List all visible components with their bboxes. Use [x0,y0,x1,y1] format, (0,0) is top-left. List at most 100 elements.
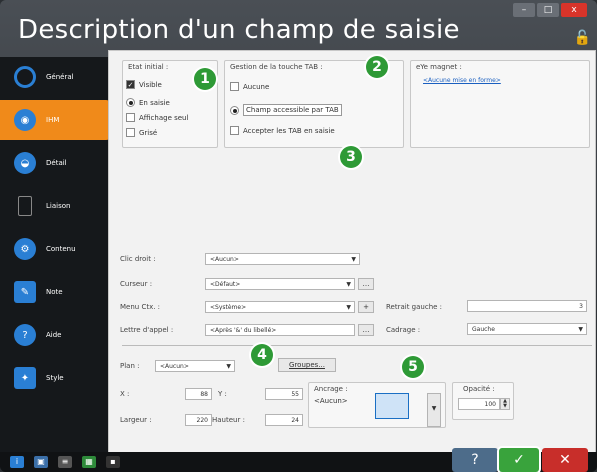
help-button[interactable]: ? [452,448,498,472]
sidebar-item-label: Style [46,374,64,382]
callout-4: 4 [251,344,273,366]
sidebar-item-contenu[interactable]: ⚙ Contenu [0,229,108,269]
grise-label: Grisé [139,128,158,137]
content-icon: ⚙ [14,238,36,260]
accepter-checkbox[interactable]: Accepter les TAB en saisie [230,126,335,135]
sidebar-item-label: Général [46,73,74,81]
sidebar-item-label: Liaison [46,202,71,210]
sidebar-item-aide[interactable]: ? Aide [0,315,108,355]
hauteur-label: Hauteur : [212,416,245,424]
menu-select[interactable]: <Système> ▼ [205,301,355,313]
opacite-label: Opacité : [463,385,495,393]
champ-radio[interactable]: Champ accessible par TAB [230,104,342,116]
lock-icon[interactable]: 🔓 [574,30,591,46]
style-icon: ✦ [14,367,36,389]
sidebar-item-label: Détail [46,159,67,167]
lettre-select[interactable]: <Après '&' du libellé> [205,324,355,336]
chevron-down-icon: ▼ [578,326,583,333]
retrait-label: Retrait gauche : [386,303,443,311]
list-icon[interactable]: ≡ [58,456,72,468]
aucune-label: Aucune [243,82,270,91]
help-icon: ? [14,324,36,346]
note-icon: ✎ [14,281,36,303]
retrait-input[interactable]: 3 [467,300,587,312]
largeur-input[interactable]: 220 [185,414,212,426]
check-icon [230,126,239,135]
visible-checkbox[interactable]: ✓ Visible [126,80,162,89]
curseur-select[interactable]: <Défaut> ▼ [205,278,355,290]
sidebar-item-label: IHM [46,116,60,124]
window-icon[interactable]: ▣ [34,456,48,468]
y-input[interactable]: 55 [265,388,303,400]
x-input[interactable]: 88 [185,388,212,400]
callout-1: 1 [194,68,216,90]
curseur-more-button[interactable]: … [358,278,374,290]
title-buttons: – □ x [513,3,587,17]
curseur-label: Curseur : [120,280,153,288]
opacite-spinner[interactable]: ▲ ▼ [500,398,510,410]
menu-add-button[interactable]: + [358,301,374,313]
maximize-button[interactable]: □ [537,3,559,17]
ok-button[interactable]: ✓ [499,448,539,472]
radio-icon [230,82,239,91]
magnet-link[interactable]: <Aucune mise en forme> [423,77,501,84]
cadrage-value: Gauche [472,326,495,333]
hauteur-input[interactable]: 24 [265,414,303,426]
magnet-title: eYe magnet : [416,63,462,71]
groupes-button[interactable]: Groupes... [278,358,336,372]
etat-title: Etat initial : [128,63,169,71]
sidebar-item-detail[interactable]: ◒ Détail [0,143,108,183]
affichage-label: Affichage seul [139,113,189,122]
sidebar-item-general[interactable]: Général [0,57,108,97]
radio-icon [230,105,239,115]
largeur-label: Largeur : [120,416,152,424]
chevron-down-icon: ▼ [346,281,351,288]
ancrage-label: Ancrage : [314,385,348,393]
ancrage-group: Ancrage : <Aucun> ▼ [308,382,446,428]
plan-label: Plan : [120,362,140,370]
dialog-window: Description d'un champ de saisie – □ x 🔓… [0,0,597,472]
aucune-radio[interactable]: Aucune [230,82,269,91]
check-icon: ✓ [126,80,135,89]
plan-select[interactable]: <Aucun> ▼ [155,360,235,372]
info-icon[interactable]: i [10,456,24,468]
small-icon[interactable]: ▪ [106,456,120,468]
en-saisie-radio[interactable]: En saisie [126,98,170,107]
chevron-down-icon: ▼ [346,304,351,311]
grid-icon[interactable]: ▦ [82,456,96,468]
visible-label: Visible [139,80,162,89]
clic-droit-select[interactable]: <Aucun> ▼ [205,253,360,265]
chevron-down-icon: ▼ [226,363,231,370]
sidebar-item-liaison[interactable]: Liaison [0,186,108,226]
cadrage-label: Cadrage : [386,326,421,334]
y-label: Y : [218,390,227,398]
eye-icon: ◉ [14,109,36,131]
sidebar-item-style[interactable]: ✦ Style [0,358,108,398]
affichage-radio[interactable]: Affichage seul [126,113,188,122]
sidebar-item-ihm[interactable]: ◉ IHM [0,100,112,140]
curseur-value: <Défaut> [210,281,241,288]
grise-checkbox[interactable]: Grisé [126,128,157,137]
separator [122,345,592,346]
ancrage-icon[interactable] [375,393,409,419]
sidebar-item-label: Note [46,288,63,296]
accepter-label: Accepter les TAB en saisie [243,126,335,135]
plan-value: <Aucun> [160,363,189,370]
cadrage-select[interactable]: Gauche ▼ [467,323,587,335]
chevron-down-icon: ▼ [351,256,356,263]
opacite-input[interactable]: 100 [458,398,500,410]
cancel-button[interactable]: ✕ [542,448,588,472]
ancrage-menu-button[interactable]: ▼ [427,393,441,427]
gestion-title: Gestion de la touche TAB : [230,63,323,71]
clic-droit-label: Clic droit : [120,255,156,263]
radio-icon [126,113,135,122]
champ-label: Champ accessible par TAB [243,104,342,116]
lettre-more-button[interactable]: … [358,324,374,336]
sidebar: Général ◉ IHM ◒ Détail Liaison ⚙ Contenu ✎ N… [0,57,112,457]
sidebar-item-note[interactable]: ✎ Note [0,272,108,312]
minimize-button[interactable]: – [513,3,535,17]
close-button[interactable]: x [561,3,587,17]
ancrage-value: <Aucun> [314,397,348,405]
x-label: X : [120,390,130,398]
window-title: Description d'un champ de saisie [18,15,460,45]
